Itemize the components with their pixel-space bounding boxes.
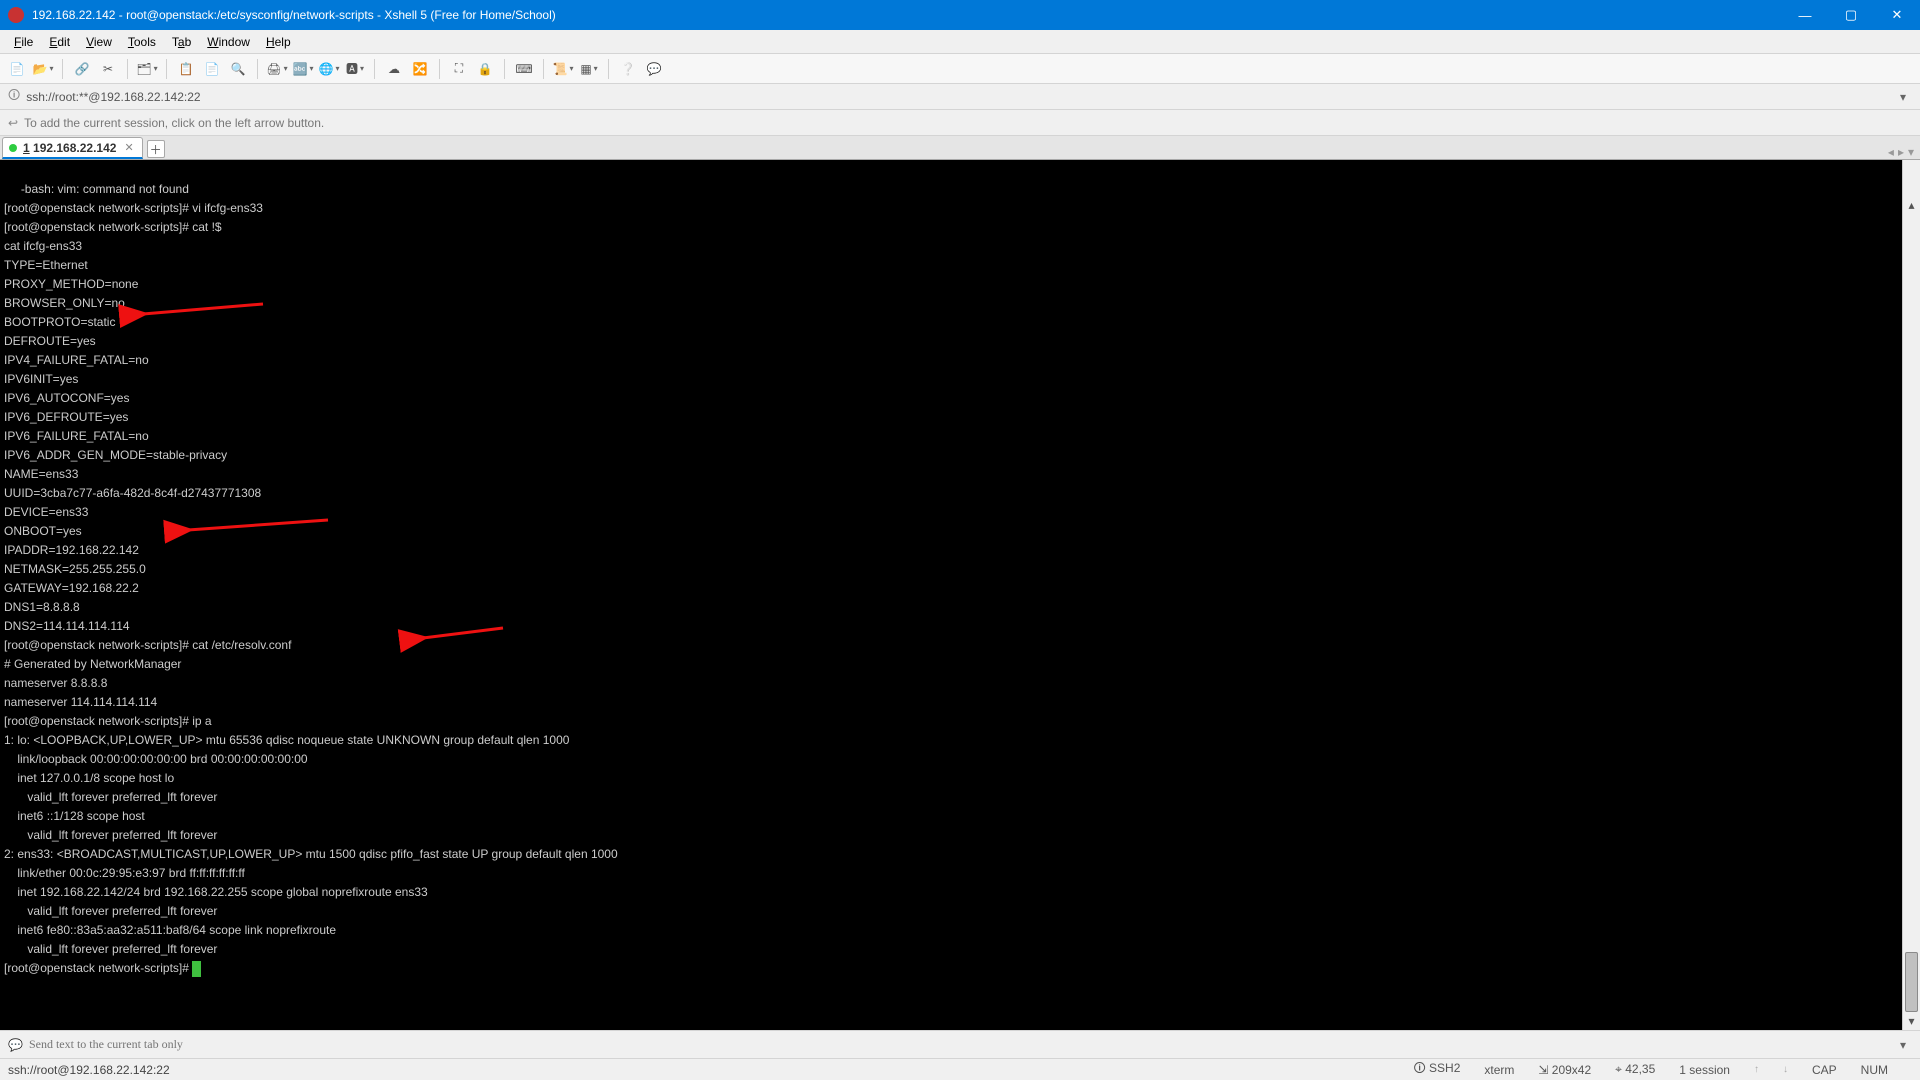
send-input[interactable] [29, 1037, 1894, 1052]
separator [127, 59, 128, 79]
status-cap: CAP [1812, 1063, 1837, 1077]
compose-icon[interactable]: ⌨ [513, 58, 535, 80]
status-sessions: 1 session [1679, 1063, 1730, 1077]
status-term: xterm [1484, 1063, 1514, 1077]
add-tab-button[interactable]: ＋ [147, 140, 165, 158]
menu-window[interactable]: Window [199, 31, 258, 53]
menu-view[interactable]: View [78, 31, 120, 53]
lock-icon: 🛈 [8, 86, 20, 107]
status-dot-icon [9, 144, 17, 152]
menu-tab[interactable]: Tab [164, 31, 199, 53]
hintbar: ↩ To add the current session, click on t… [0, 110, 1920, 136]
properties-icon[interactable]: 🗂 [136, 58, 158, 80]
encoding-icon[interactable]: 🌐 [318, 58, 340, 80]
tab-label: 1 192.168.22.142 [23, 141, 116, 155]
titlebar: 192.168.22.142 - root@openstack:/etc/sys… [0, 0, 1920, 30]
address-text: ssh://root:**@192.168.22.142:22 [26, 90, 200, 104]
tunneling-icon[interactable]: 🔀 [409, 58, 431, 80]
xagent-icon[interactable]: ☁ [383, 58, 405, 80]
scroll-down-icon[interactable]: ▾ [1903, 1012, 1920, 1030]
hint-text: To add the current session, click on the… [24, 116, 324, 130]
tile-icon[interactable]: ▦ [578, 58, 600, 80]
terminal-scrollbar[interactable]: ▴ ▾ [1902, 160, 1920, 1030]
search-icon[interactable]: 🔍 [227, 58, 249, 80]
statusbar: ssh://root@192.168.22.142:22 🛈 SSH2 xter… [0, 1058, 1920, 1080]
app-icon [8, 7, 24, 23]
fullscreen-icon[interactable]: ⛶ [448, 58, 470, 80]
tabstrip: 1 192.168.22.142 ✕ ＋ ◂ ▸ ▾ [0, 136, 1920, 160]
help-icon[interactable]: ❔ [617, 58, 639, 80]
chat-support-icon[interactable]: 💬 [643, 58, 665, 80]
status-traffic-down-icon: ↓ [1783, 1064, 1788, 1075]
menu-edit[interactable]: Edit [41, 31, 78, 53]
menu-help[interactable]: Help [258, 31, 299, 53]
separator [62, 59, 63, 79]
menu-file[interactable]: File [6, 31, 41, 53]
toolbar: 📄 📂 🔗 ✂ 🗂 📋 📄 🔍 🖨 🔤 🌐 🅰 ☁ 🔀 ⛶ 🔒 ⌨ 📜 ▦ ❔ … [0, 54, 1920, 84]
terminal[interactable]: -bash: vim: command not found [root@open… [0, 160, 1920, 1030]
window-title: 192.168.22.142 - root@openstack:/etc/sys… [32, 8, 1782, 22]
open-icon[interactable]: 📂 [32, 58, 54, 80]
terminal-cursor [192, 961, 201, 977]
status-ssh: 🛈 SSH2 [1413, 1059, 1460, 1080]
sendbar: 💬 ▾ [0, 1030, 1920, 1058]
terminal-prompt: [root@openstack network-scripts]# [4, 961, 192, 975]
status-cursor: ⌖ 42,35 [1615, 1062, 1655, 1077]
font-icon[interactable]: 🔤 [292, 58, 314, 80]
menu-tools[interactable]: Tools [120, 31, 164, 53]
annotation-arrow-icon [120, 282, 273, 343]
tab-prev-icon[interactable]: ◂ [1888, 145, 1894, 159]
annotation-arrow-icon [165, 498, 338, 559]
send-target-dropdown-icon[interactable]: ▾ [1894, 1036, 1912, 1054]
arrow-left-icon[interactable]: ↩ [8, 116, 18, 130]
tab-nav: ◂ ▸ ▾ [1888, 145, 1914, 159]
send-icon[interactable]: 💬 [8, 1038, 23, 1052]
tab-next-icon[interactable]: ▸ [1898, 145, 1904, 159]
scroll-track[interactable] [1903, 178, 1920, 1012]
lock-icon[interactable]: 🔒 [474, 58, 496, 80]
copy-icon[interactable]: 📋 [175, 58, 197, 80]
close-button[interactable]: ✕ [1874, 0, 1920, 30]
separator [439, 59, 440, 79]
menubar: File Edit View Tools Tab Window Help [0, 30, 1920, 54]
separator [374, 59, 375, 79]
separator [543, 59, 544, 79]
new-session-icon[interactable]: 📄 [6, 58, 28, 80]
separator [166, 59, 167, 79]
terminal-output: -bash: vim: command not found [root@open… [4, 182, 618, 956]
print-icon[interactable]: 🖨 [266, 58, 288, 80]
separator [257, 59, 258, 79]
status-size: ⇲ 209x42 [1538, 1063, 1591, 1077]
address-dropdown-icon[interactable]: ▾ [1894, 88, 1912, 106]
color-scheme-icon[interactable]: 🅰 [344, 58, 366, 80]
reconnect-icon[interactable]: 🔗 [71, 58, 93, 80]
addressbar[interactable]: 🛈 ssh://root:**@192.168.22.142:22 ▾ [0, 84, 1920, 110]
maximize-button[interactable]: ▢ [1828, 0, 1874, 30]
minimize-button[interactable]: — [1782, 0, 1828, 30]
session-tab[interactable]: 1 192.168.22.142 ✕ [2, 137, 143, 159]
status-connection: ssh://root@192.168.22.142:22 [8, 1063, 170, 1077]
script-icon[interactable]: 📜 [552, 58, 574, 80]
tab-close-icon[interactable]: ✕ [124, 141, 133, 154]
paste-icon[interactable]: 📄 [201, 58, 223, 80]
scroll-thumb[interactable] [1905, 952, 1918, 1012]
separator [608, 59, 609, 79]
annotation-arrow-icon [400, 606, 513, 667]
status-traffic-up-icon: ↑ [1754, 1064, 1759, 1075]
tab-menu-icon[interactable]: ▾ [1908, 145, 1914, 159]
disconnect-icon[interactable]: ✂ [97, 58, 119, 80]
separator [504, 59, 505, 79]
status-num: NUM [1861, 1063, 1888, 1077]
